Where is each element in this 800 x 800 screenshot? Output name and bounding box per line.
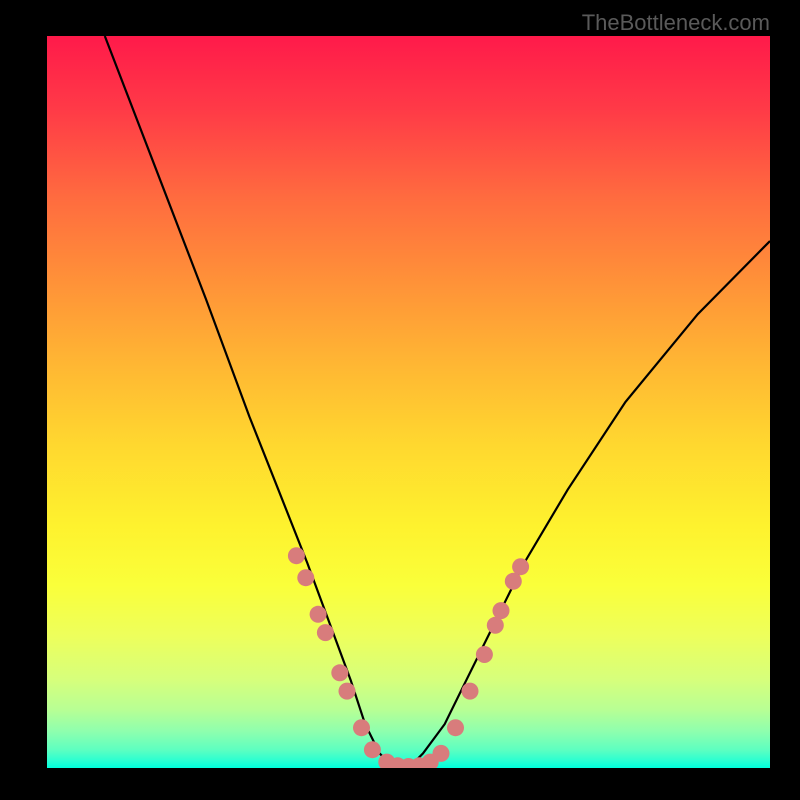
- data-point: [297, 569, 314, 586]
- data-point: [512, 558, 529, 575]
- chart-container: TheBottleneck.com: [0, 0, 800, 800]
- data-point: [288, 547, 305, 564]
- data-point: [487, 617, 504, 634]
- data-point: [505, 573, 522, 590]
- data-point: [493, 602, 510, 619]
- marker-group: [288, 547, 529, 768]
- data-point: [462, 683, 479, 700]
- watermark-text: TheBottleneck.com: [582, 10, 770, 36]
- data-point: [447, 719, 464, 736]
- data-point: [476, 646, 493, 663]
- data-point: [310, 606, 327, 623]
- data-point: [364, 741, 381, 758]
- data-point: [353, 719, 370, 736]
- data-point: [433, 745, 450, 762]
- plot-area: [47, 36, 770, 768]
- curve-path: [105, 36, 770, 768]
- bottleneck-curve: [105, 36, 770, 768]
- data-point: [331, 664, 348, 681]
- curve-svg: [47, 36, 770, 768]
- data-point: [317, 624, 334, 641]
- data-point: [339, 683, 356, 700]
